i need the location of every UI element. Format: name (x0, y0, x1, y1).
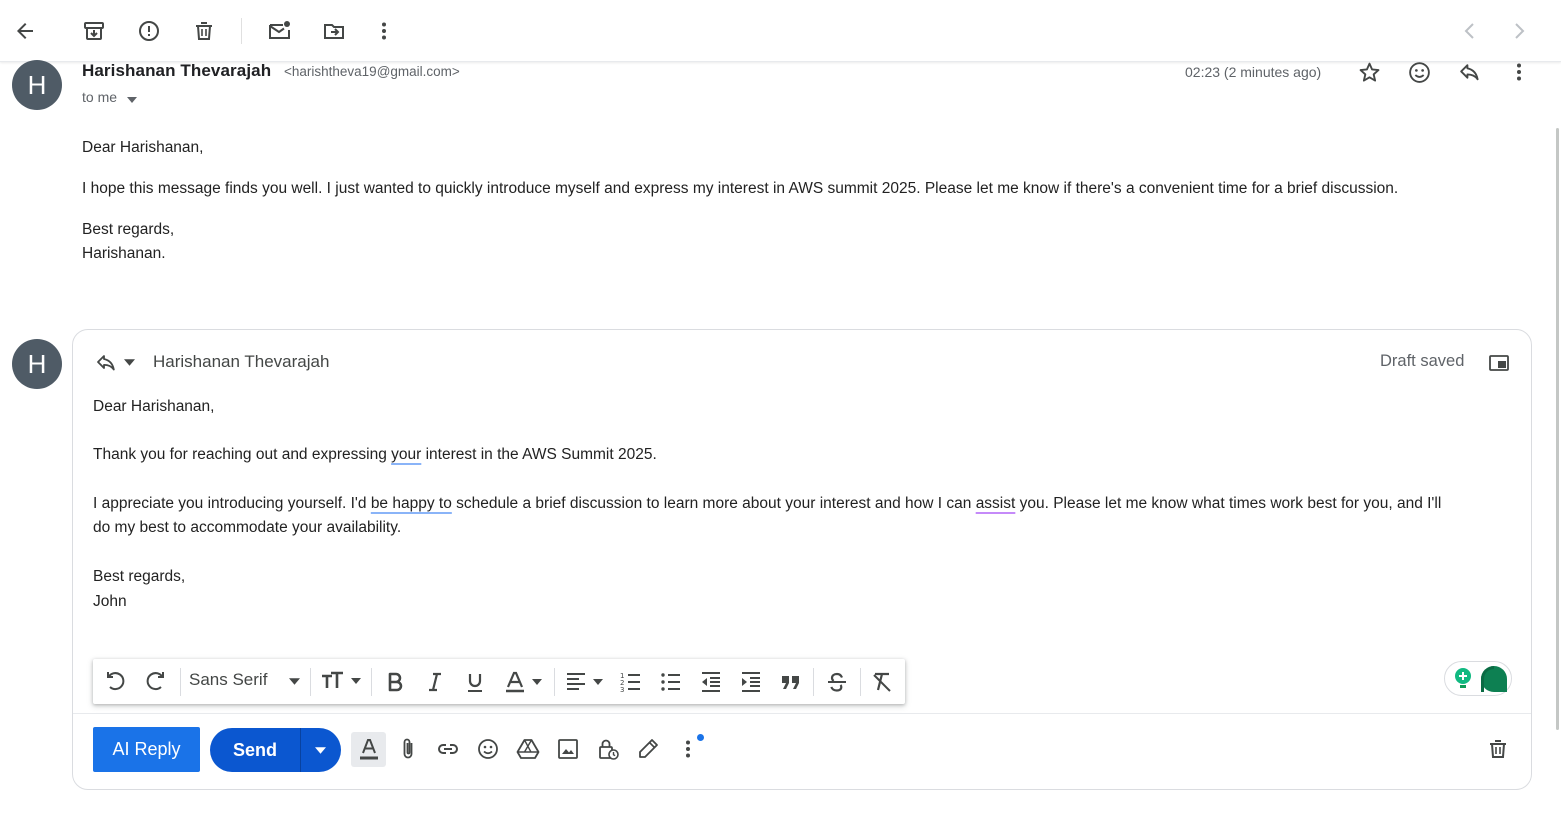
schedule-send-button[interactable] (301, 728, 341, 772)
send-button[interactable]: Send (210, 728, 300, 772)
message-paragraph: I hope this message finds you well. I ju… (82, 180, 1399, 197)
italic-icon[interactable] (423, 670, 447, 694)
strikethrough-icon[interactable] (825, 670, 849, 694)
insert-emoji-icon[interactable] (476, 737, 500, 761)
more-options-icon[interactable] (676, 737, 700, 761)
text-span: interest in the AWS Summit 2025. (421, 446, 657, 463)
back-arrow-icon[interactable] (13, 19, 37, 43)
insert-signature-icon[interactable] (636, 737, 660, 761)
toolbar-divider (860, 668, 861, 696)
font-family-select[interactable]: Sans Serif (189, 670, 267, 690)
toolbar-divider (180, 668, 181, 696)
reply-recipient[interactable]: Harishanan Thevarajah (153, 352, 329, 372)
confidential-mode-icon[interactable] (596, 737, 620, 761)
toolbar-divider (310, 668, 311, 696)
prev-icon[interactable] (1458, 19, 1482, 43)
insert-link-icon[interactable] (436, 737, 460, 761)
reply-paragraph-2-cont[interactable]: do my best to accommodate your availabil… (93, 519, 401, 537)
text-span: you. Please let me know what times work … (1015, 495, 1442, 512)
top-toolbar (0, 0, 1561, 62)
move-to-icon[interactable] (322, 19, 346, 43)
reply-paragraph-1[interactable]: Thank you for reaching out and expressin… (93, 446, 657, 464)
text-span: I appreciate you introducing yourself. I… (93, 495, 371, 512)
bold-icon[interactable] (383, 670, 407, 694)
align-icon[interactable] (564, 670, 608, 694)
composer-divider (73, 713, 1531, 714)
text-span: schedule a brief discussion to learn mor… (451, 495, 976, 512)
message-more-icon[interactable] (1507, 60, 1531, 84)
chat-bubble-icon[interactable] (1479, 664, 1509, 694)
recipient-dropdown[interactable]: to me (82, 89, 137, 106)
sender-avatar[interactable]: H (12, 60, 62, 110)
indent-less-icon[interactable] (699, 670, 723, 694)
bulleted-list-icon[interactable] (659, 670, 683, 694)
toolbar-divider (241, 18, 242, 44)
star-icon[interactable] (1357, 60, 1382, 85)
toolbar-divider (813, 668, 814, 696)
text-color-icon[interactable] (503, 670, 547, 694)
draft-status: Draft saved (1380, 352, 1465, 370)
archive-icon[interactable] (82, 19, 106, 43)
pop-out-icon[interactable] (1487, 351, 1511, 375)
reply-signature[interactable]: John (93, 593, 127, 611)
reply-greeting[interactable]: Dear Harishanan, (93, 398, 214, 416)
font-size-icon[interactable] (320, 669, 364, 693)
numbered-list-icon[interactable]: 123 (619, 670, 643, 694)
underline-icon[interactable] (463, 670, 487, 694)
message-greeting: Dear Harishanan, (82, 139, 204, 156)
reply-composer (72, 329, 1532, 790)
text-span: Thank you for reaching out and expressin… (93, 446, 392, 463)
message-time: 02:23 (2 minutes ago) (1185, 64, 1322, 80)
mark-unread-icon[interactable] (267, 19, 293, 43)
report-spam-icon[interactable] (137, 19, 161, 43)
grammar-suggestion[interactable]: be happy to (371, 495, 452, 512)
recipient-label: to me (82, 89, 118, 105)
quote-icon[interactable] (779, 670, 803, 694)
redo-icon[interactable] (143, 670, 167, 694)
sender-email: <harishtheva19@gmail.com> (284, 64, 460, 79)
more-vert-icon[interactable] (372, 19, 396, 43)
attach-file-icon[interactable] (396, 737, 420, 761)
font-caret-icon[interactable] (289, 678, 300, 685)
toolbar-divider (371, 668, 372, 696)
svg-text:3: 3 (620, 686, 624, 694)
undo-icon[interactable] (104, 670, 128, 694)
google-drive-icon[interactable] (516, 737, 540, 761)
ai-reply-button[interactable]: AI Reply (93, 727, 200, 772)
insert-photo-icon[interactable] (556, 737, 580, 761)
caret-down-icon (126, 90, 137, 106)
message-signature: Harishanan. (82, 245, 166, 262)
reply-paragraph-2[interactable]: I appreciate you introducing yourself. I… (93, 495, 1441, 513)
indent-more-icon[interactable] (739, 670, 763, 694)
scrollbar[interactable] (1556, 128, 1559, 730)
remove-formatting-icon[interactable] (870, 670, 894, 694)
lightbulb-icon[interactable] (1451, 666, 1475, 692)
reply-avatar: H (12, 339, 62, 389)
formatting-options-icon[interactable] (357, 737, 381, 763)
message-closing: Best regards, (82, 221, 175, 238)
send-button-group: Send (210, 728, 341, 772)
sender-name[interactable]: Harishanan Thevarajah (82, 61, 271, 81)
style-suggestion[interactable]: assist (976, 495, 1016, 512)
emoji-react-icon[interactable] (1407, 60, 1432, 85)
toolbar-divider (554, 668, 555, 696)
grammar-suggestion[interactable]: your (391, 446, 421, 463)
reply-icon[interactable] (1457, 60, 1482, 85)
reply-closing[interactable]: Best regards, (93, 568, 185, 586)
next-icon[interactable] (1507, 19, 1531, 43)
send-options-caret-icon (315, 747, 326, 754)
notification-dot (697, 734, 704, 741)
reply-type-icon[interactable] (94, 351, 118, 375)
reply-type-caret-icon[interactable] (124, 359, 135, 366)
discard-draft-icon[interactable] (1486, 737, 1510, 761)
delete-icon[interactable] (192, 19, 216, 43)
